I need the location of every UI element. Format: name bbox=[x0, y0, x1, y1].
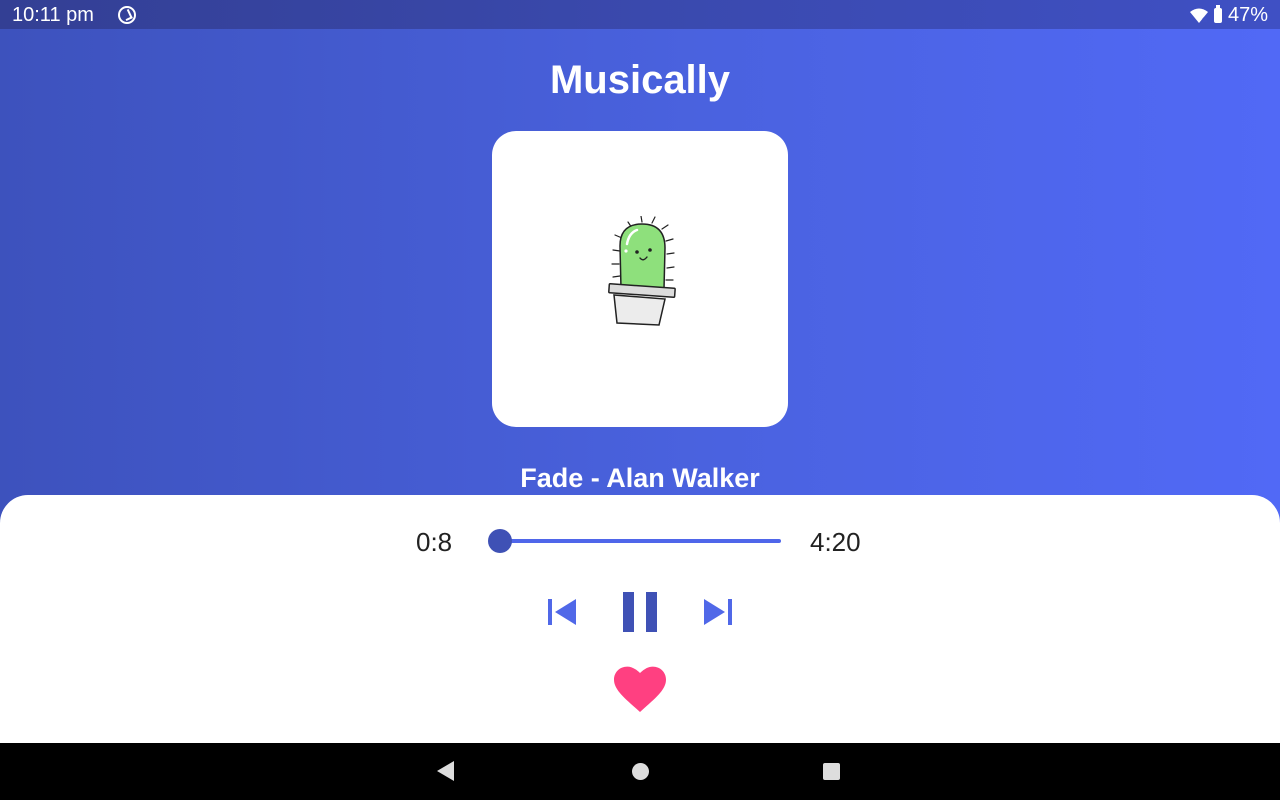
battery-icon bbox=[1213, 5, 1222, 23]
previous-icon bbox=[548, 599, 576, 625]
next-icon bbox=[704, 599, 732, 625]
heart-icon bbox=[614, 666, 666, 712]
music-player-screen: 10:11 pm 47% Musically Fade - Alan Walke… bbox=[0, 0, 1280, 800]
system-nav-bar bbox=[0, 743, 1280, 800]
recents-icon[interactable] bbox=[823, 763, 840, 780]
sync-icon bbox=[118, 6, 136, 24]
app-title: Musically bbox=[549, 58, 731, 102]
pause-icon bbox=[623, 592, 657, 632]
battery-percent: 47% bbox=[1227, 4, 1268, 26]
status-time: 10:11 pm bbox=[12, 4, 94, 26]
like-button[interactable] bbox=[614, 666, 666, 714]
cactus-icon bbox=[608, 216, 676, 326]
seek-bar[interactable] bbox=[491, 539, 781, 543]
album-art bbox=[492, 131, 788, 427]
total-time: 4:20 bbox=[810, 527, 861, 557]
status-bar: 10:11 pm 47% bbox=[0, 0, 1280, 29]
current-time: 0:8 bbox=[416, 527, 453, 557]
track-title: Fade - Alan Walker bbox=[520, 463, 760, 493]
home-icon[interactable] bbox=[632, 763, 649, 780]
seek-thumb[interactable] bbox=[487, 529, 512, 553]
status-right-group: 47% bbox=[1189, 4, 1268, 27]
previous-button[interactable] bbox=[545, 595, 579, 629]
wifi-icon bbox=[1189, 8, 1208, 23]
pause-button[interactable] bbox=[620, 590, 660, 634]
next-button[interactable] bbox=[701, 595, 735, 629]
back-icon[interactable] bbox=[437, 761, 454, 781]
